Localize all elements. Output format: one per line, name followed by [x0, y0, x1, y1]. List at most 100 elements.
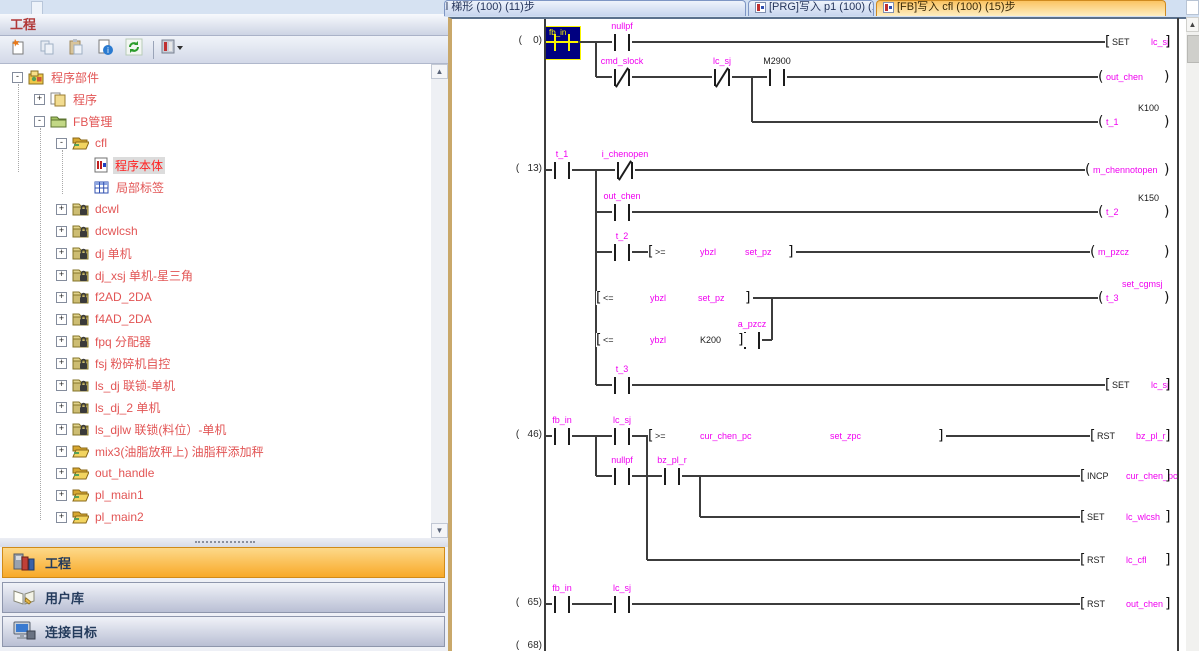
navproj-icon	[12, 550, 36, 575]
tree-item-4[interactable]: 程序本体	[78, 154, 165, 176]
tree-expander[interactable]: -	[56, 138, 67, 149]
tree-guide-line	[40, 128, 41, 520]
tree-expander[interactable]: +	[56, 336, 67, 347]
toolbar-grip[interactable]	[31, 1, 43, 15]
tree-item-cfl[interactable]: - cfl	[56, 132, 109, 154]
document-tab-1[interactable]: [PRG]写入 p1 (100) (14)步	[748, 0, 874, 16]
tree-item-1[interactable]: + 程序	[34, 88, 99, 110]
tree-item-14[interactable]: +ls_dj 联锁-单机	[56, 374, 177, 396]
paste-button[interactable]	[64, 38, 88, 62]
tree-item-12[interactable]: +fpq 分配器	[56, 330, 153, 352]
pkg-icon	[28, 69, 45, 85]
tree-expander[interactable]: -	[34, 116, 45, 127]
prog-icon	[50, 91, 67, 107]
tree-expander[interactable]: +	[56, 358, 67, 369]
tree-item-17[interactable]: +mix3(油脂放秤上) 油脂秤添加秤	[56, 440, 266, 462]
tree-item-15[interactable]: +ls_dj_2 单机	[56, 396, 162, 418]
fbm-icon	[50, 113, 67, 129]
flock-icon	[72, 421, 89, 437]
flock-icon	[72, 311, 89, 327]
tree-item-0[interactable]: -程序部件	[12, 66, 101, 88]
refresh-icon	[125, 38, 143, 61]
tree-item-dcwl[interactable]: + dcwl	[56, 198, 121, 220]
refresh-button[interactable]	[122, 38, 146, 62]
tree-item-16[interactable]: + ls_djlw 联锁(料位）-单机	[56, 418, 228, 440]
tree-item-f4ad-2da[interactable]: + f4AD_2DA	[56, 308, 154, 330]
newdoc-icon	[9, 38, 27, 61]
tree-item-label: ls_djlw 联锁(料位）-单机	[93, 421, 228, 438]
tab-label: [FB]写入 cfl (100) (15)步	[897, 0, 1016, 14]
tree-item-label: f4AD_2DA	[93, 312, 154, 326]
tree-expander[interactable]: +	[56, 424, 67, 435]
fopen-icon	[72, 443, 89, 459]
editor-corner-box[interactable]	[1186, 0, 1199, 15]
editor-vertical-scrollbar[interactable]: ▲	[1186, 17, 1199, 651]
flock-icon	[72, 201, 89, 217]
tree-item-dcwlcsh[interactable]: +dcwlcsh	[56, 220, 140, 242]
tree-item-label: cfl	[93, 136, 109, 150]
tree-item-13[interactable]: +fsj 粉碎机自控	[56, 352, 172, 374]
tree-item-label: pl_main1	[93, 488, 146, 502]
tree-expander[interactable]: +	[56, 446, 67, 457]
property-button[interactable]: i	[93, 38, 117, 62]
tree-item-pl-main2[interactable]: + pl_main2	[56, 506, 146, 528]
mode-icon	[161, 38, 185, 61]
nav-item-0[interactable]: 工程	[2, 547, 445, 578]
tree-expander[interactable]: +	[56, 204, 67, 215]
scroll-up-arrow-icon[interactable]: ▲	[1186, 17, 1199, 32]
tree-item-label: 程序	[71, 91, 99, 108]
document-tab-2[interactable]: [FB]写入 cfl (100) (15)步	[876, 0, 1166, 16]
new-item-button[interactable]	[6, 38, 30, 62]
tree-item-label: 局部标签	[114, 179, 166, 196]
nav-item-label: 工程	[45, 553, 71, 572]
tree-expander[interactable]: +	[56, 468, 67, 479]
tree-item-label: out_handle	[93, 466, 156, 480]
navconn-icon	[12, 619, 36, 644]
tree-expander[interactable]: +	[56, 292, 67, 303]
tree-item-pl-main1[interactable]: + pl_main1	[56, 484, 146, 506]
tree-item-9[interactable]: + dj_xsj 单机-星三角	[56, 264, 195, 286]
nav-item-2[interactable]: 连接目标	[2, 616, 445, 647]
svg-text:i: i	[107, 46, 109, 55]
toolbar-separator	[153, 41, 154, 59]
tree-expander[interactable]: +	[56, 270, 67, 281]
copy-button[interactable]	[35, 38, 59, 62]
tree-expander[interactable]: +	[56, 380, 67, 391]
nav-item-1[interactable]: 用户库	[2, 582, 445, 613]
tree-item-2[interactable]: -FB管理	[34, 110, 114, 132]
tree-expander[interactable]: -	[12, 72, 23, 83]
scrollbar-thumb[interactable]	[1187, 35, 1199, 63]
tree-item-label: pl_main2	[93, 510, 146, 524]
flock-icon	[72, 355, 89, 371]
tree-expander[interactable]: +	[34, 94, 45, 105]
body-icon	[94, 157, 109, 173]
scroll-up-arrow-icon[interactable]: ▲	[431, 64, 448, 79]
fopen-icon	[72, 465, 89, 481]
tree-expander[interactable]: +	[56, 512, 67, 523]
fopen-icon	[72, 135, 89, 151]
tree-item-label: dcwl	[93, 202, 121, 216]
tree-item-f2ad-2da[interactable]: +f2AD_2DA	[56, 286, 154, 308]
tree-expander[interactable]: +	[56, 248, 67, 259]
display-mode-button[interactable]	[161, 38, 185, 62]
scroll-down-arrow-icon[interactable]: ▼	[431, 523, 448, 538]
ladder-doc-icon	[755, 2, 766, 16]
tree-item-5[interactable]: 局部标签	[78, 176, 166, 198]
panel-splitter[interactable]	[0, 538, 448, 547]
flock-icon	[72, 399, 89, 415]
tree-expander[interactable]: +	[56, 226, 67, 237]
tree-scrollbar[interactable]: ▲ ▼	[431, 64, 448, 538]
tree-item-8[interactable]: +dj 单机	[56, 242, 134, 264]
tree-expander[interactable]: +	[56, 490, 67, 501]
tree-expander[interactable]: +	[56, 314, 67, 325]
flock-icon	[72, 223, 89, 239]
pinfo-icon: i	[96, 38, 114, 61]
tree-expander[interactable]: +	[56, 402, 67, 413]
tree-item-out-handle[interactable]: + out_handle	[56, 462, 156, 484]
paste-icon	[67, 38, 85, 61]
flock-icon	[72, 267, 89, 283]
ladder-editor-canvas[interactable]	[448, 17, 1186, 651]
tree-item-label: dj_xsj 单机-星三角	[93, 267, 195, 284]
ladder-doc-icon	[883, 2, 894, 16]
document-tab-0[interactable]: 写入 p_zl 梯形 (100) (11)步	[444, 0, 746, 16]
